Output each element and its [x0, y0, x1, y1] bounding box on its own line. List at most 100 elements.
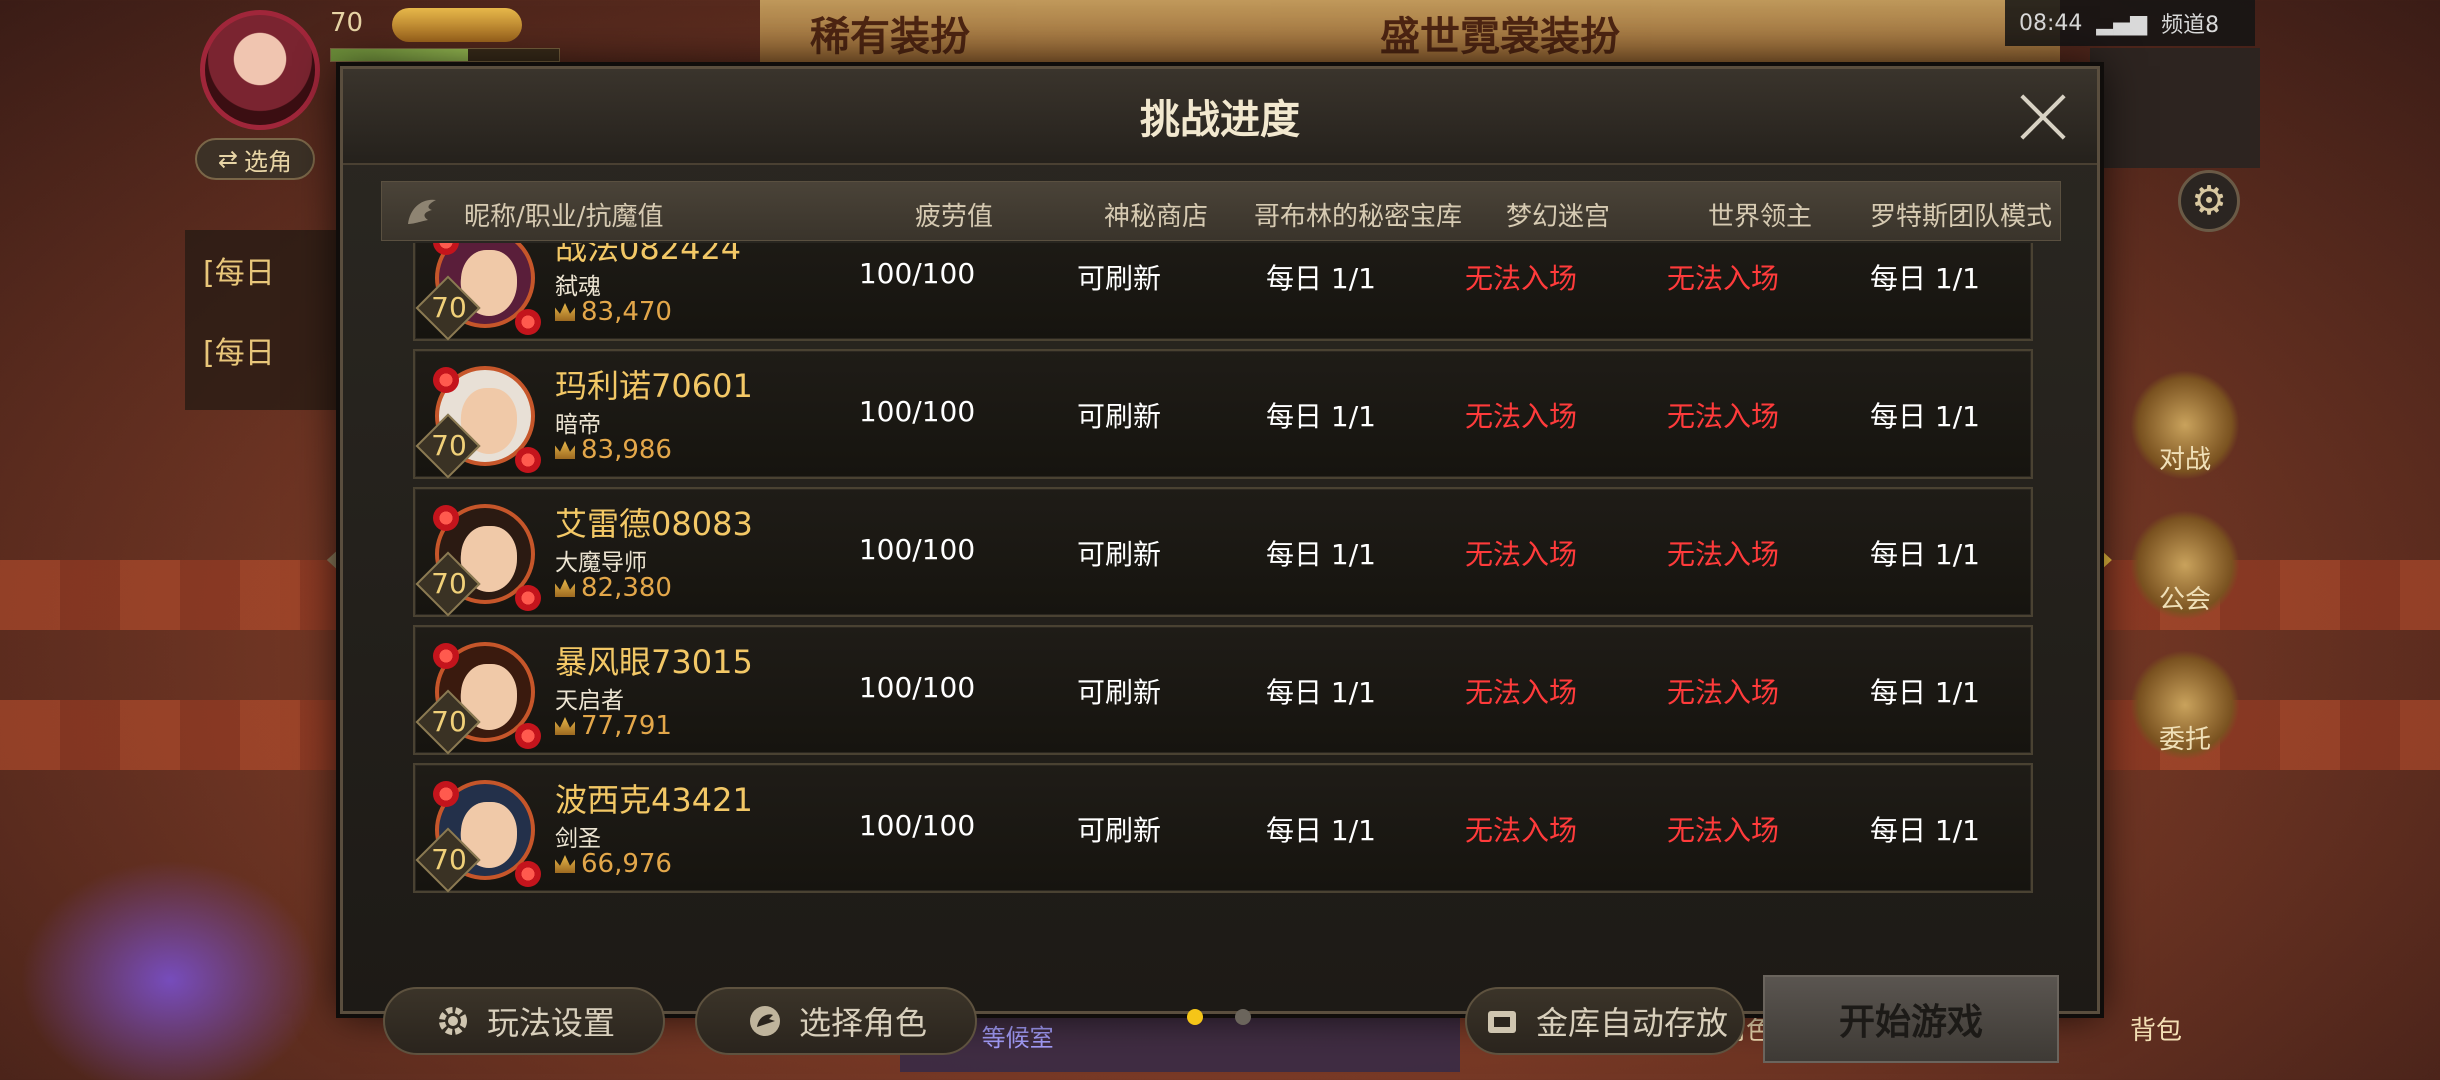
page-indicator: [1235, 1009, 1251, 1025]
select-role-button[interactable]: 选择角色: [695, 987, 977, 1055]
guild-button[interactable]: 公会: [2130, 510, 2240, 620]
dream-maze-status: 无法入场: [1464, 538, 1577, 571]
mystic-shop-status: 可刷新: [1076, 400, 1161, 433]
character-row[interactable]: 70 波西克43421 剑圣 66,976 100/100 可刷新 每日 1/1…: [413, 763, 2033, 893]
character-name: 暴风眼73015: [555, 643, 753, 681]
banner-right-text: 盛世霓裳装扮: [1380, 13, 1620, 60]
status-channel: 频道8: [2161, 13, 2220, 38]
banner-left-text: 稀有装扮: [810, 13, 970, 60]
character-row[interactable]: 70 玛利诺70601 暗帝 83,986 100/100 可刷新 每日 1/1…: [413, 349, 2033, 479]
world-lord-status: 无法入场: [1666, 400, 1779, 433]
power-value: 83,470: [581, 297, 672, 327]
world-lord-status: 无法入场: [1666, 814, 1779, 847]
goblin-vault-status: 每日 1/1: [1266, 400, 1376, 433]
character-job: 弑魂: [555, 274, 601, 300]
dream-maze-status: 无法入场: [1464, 400, 1577, 433]
rotus-raid-status: 每日 1/1: [1870, 400, 1980, 433]
character-level: 70: [431, 291, 467, 324]
col-nickname: 昵称/职业/抗魔值: [464, 202, 664, 232]
character-level: 70: [431, 843, 467, 876]
guild-label: 公会: [2158, 585, 2211, 615]
system-status-bar: 08:44 ▂▄▆ 频道8: [2005, 0, 2255, 46]
character-job: 天启者: [555, 688, 624, 714]
player-level: 70: [330, 8, 364, 38]
wing-icon: [408, 199, 436, 224]
world-lord-status: 无法入场: [1666, 538, 1779, 571]
rose-decoration-icon: [515, 309, 541, 335]
challenge-progress-dialog: 挑战进度 昵称/职业/抗魔值 疲劳值 神秘商店 哥布林的秘密宝库 梦幻迷宫 世界…: [340, 66, 2100, 1063]
vault-auto-store-button[interactable]: 金库自动存放: [1465, 987, 1745, 1055]
character-power: 83,986: [555, 435, 672, 465]
nav-bag[interactable]: 背包: [2130, 1010, 2182, 1047]
mystic-shop-status: 可刷新: [1076, 262, 1161, 295]
character-job: 暗帝: [555, 412, 601, 438]
gear-icon[interactable]: ⚙: [2178, 170, 2240, 232]
battle-label: 对战: [2158, 445, 2211, 475]
character-row[interactable]: 70 战法082424 弑魂 83,470 100/100 可刷新 每日 1/1…: [413, 243, 2033, 341]
swap-icon: ⇄: [217, 145, 239, 173]
currency-pill[interactable]: [392, 8, 522, 42]
dream-maze-status: 无法入场: [1464, 262, 1577, 295]
table-header: 昵称/职业/抗魔值 疲劳值 神秘商店 哥布林的秘密宝库 梦幻迷宫 世界领主 罗特…: [381, 181, 2061, 241]
fatigue-value: 100/100: [858, 395, 976, 428]
crown-icon: [555, 441, 575, 459]
commission-label: 委托: [2158, 725, 2211, 755]
battle-button[interactable]: 对战: [2130, 370, 2240, 480]
player-avatar[interactable]: [200, 10, 320, 130]
role-swap-icon: [749, 1006, 780, 1036]
close-icon[interactable]: [2017, 91, 2069, 143]
chat-bar[interactable]: 普通 等候室: [900, 1012, 1460, 1072]
commission-button[interactable]: 委托: [2130, 650, 2240, 760]
goblin-vault-status: 每日 1/1: [1266, 262, 1376, 295]
gear-icon: [438, 1007, 467, 1035]
page-indicator-active: [1187, 1009, 1203, 1025]
goblin-vault-status: 每日 1/1: [1266, 676, 1376, 709]
goblin-vault-status: 每日 1/1: [1266, 538, 1376, 571]
select-role-label: 选择角色: [798, 1004, 927, 1042]
col-dream-maze: 梦幻迷宫: [1505, 202, 1610, 232]
character-power: 82,380: [555, 573, 672, 603]
rose-decoration-icon: [515, 723, 541, 749]
character-name: 战法082424: [555, 243, 742, 267]
character-level: 70: [431, 705, 467, 738]
rose-decoration-icon: [433, 505, 459, 531]
mystic-shop-status: 可刷新: [1076, 676, 1161, 709]
crown-icon: [555, 303, 575, 321]
character-row[interactable]: 70 艾雷德08083 大魔导师 82,380 100/100 可刷新 每日 1…: [413, 487, 2033, 617]
rose-decoration-icon: [433, 367, 459, 393]
world-lord-status: 无法入场: [1666, 262, 1779, 295]
quest-item[interactable]: [每日: [185, 230, 345, 310]
power-value: 66,976: [581, 849, 672, 879]
character-job: 大魔导师: [555, 550, 647, 576]
character-list[interactable]: 70 战法082424 弑魂 83,470 100/100 可刷新 每日 1/1…: [413, 243, 2033, 955]
rose-decoration-icon: [515, 585, 541, 611]
switch-role-button[interactable]: ⇄ 选角: [195, 138, 315, 180]
power-value: 82,380: [581, 573, 672, 603]
vault-auto-store-label: 金库自动存放: [1535, 1004, 1728, 1042]
rose-decoration-icon: [515, 447, 541, 473]
rotus-raid-status: 每日 1/1: [1870, 676, 1980, 709]
character-name: 玛利诺70601: [555, 367, 753, 405]
character-row[interactable]: 70 暴风眼73015 天启者 77,791 100/100 可刷新 每日 1/…: [413, 625, 2033, 755]
character-power: 83,470: [555, 297, 672, 327]
col-goblin-vault: 哥布林的秘密宝库: [1253, 202, 1462, 232]
rose-decoration-icon: [433, 781, 459, 807]
crown-icon: [555, 579, 575, 597]
rotus-raid-status: 每日 1/1: [1870, 814, 1980, 847]
start-game-button[interactable]: 开始游戏: [1763, 975, 2059, 1063]
rose-decoration-icon: [515, 861, 541, 887]
crown-icon: [555, 855, 575, 873]
switch-role-label: 选角: [244, 147, 293, 176]
rotus-raid-status: 每日 1/1: [1870, 538, 1980, 571]
rose-decoration-icon: [433, 643, 459, 669]
character-power: 77,791: [555, 711, 672, 741]
fatigue-value: 100/100: [858, 809, 976, 842]
dream-maze-status: 无法入场: [1464, 676, 1577, 709]
minimap[interactable]: [2090, 48, 2260, 168]
character-power: 66,976: [555, 849, 672, 879]
quest-item[interactable]: [每日: [185, 310, 345, 390]
rotus-raid-status: 每日 1/1: [1870, 262, 1980, 295]
quest-tracker[interactable]: [每日 [每日: [185, 230, 345, 410]
top-banner: 稀有装扮 盛世霓裳装扮: [760, 0, 2060, 70]
gameplay-settings-button[interactable]: 玩法设置: [383, 987, 665, 1055]
